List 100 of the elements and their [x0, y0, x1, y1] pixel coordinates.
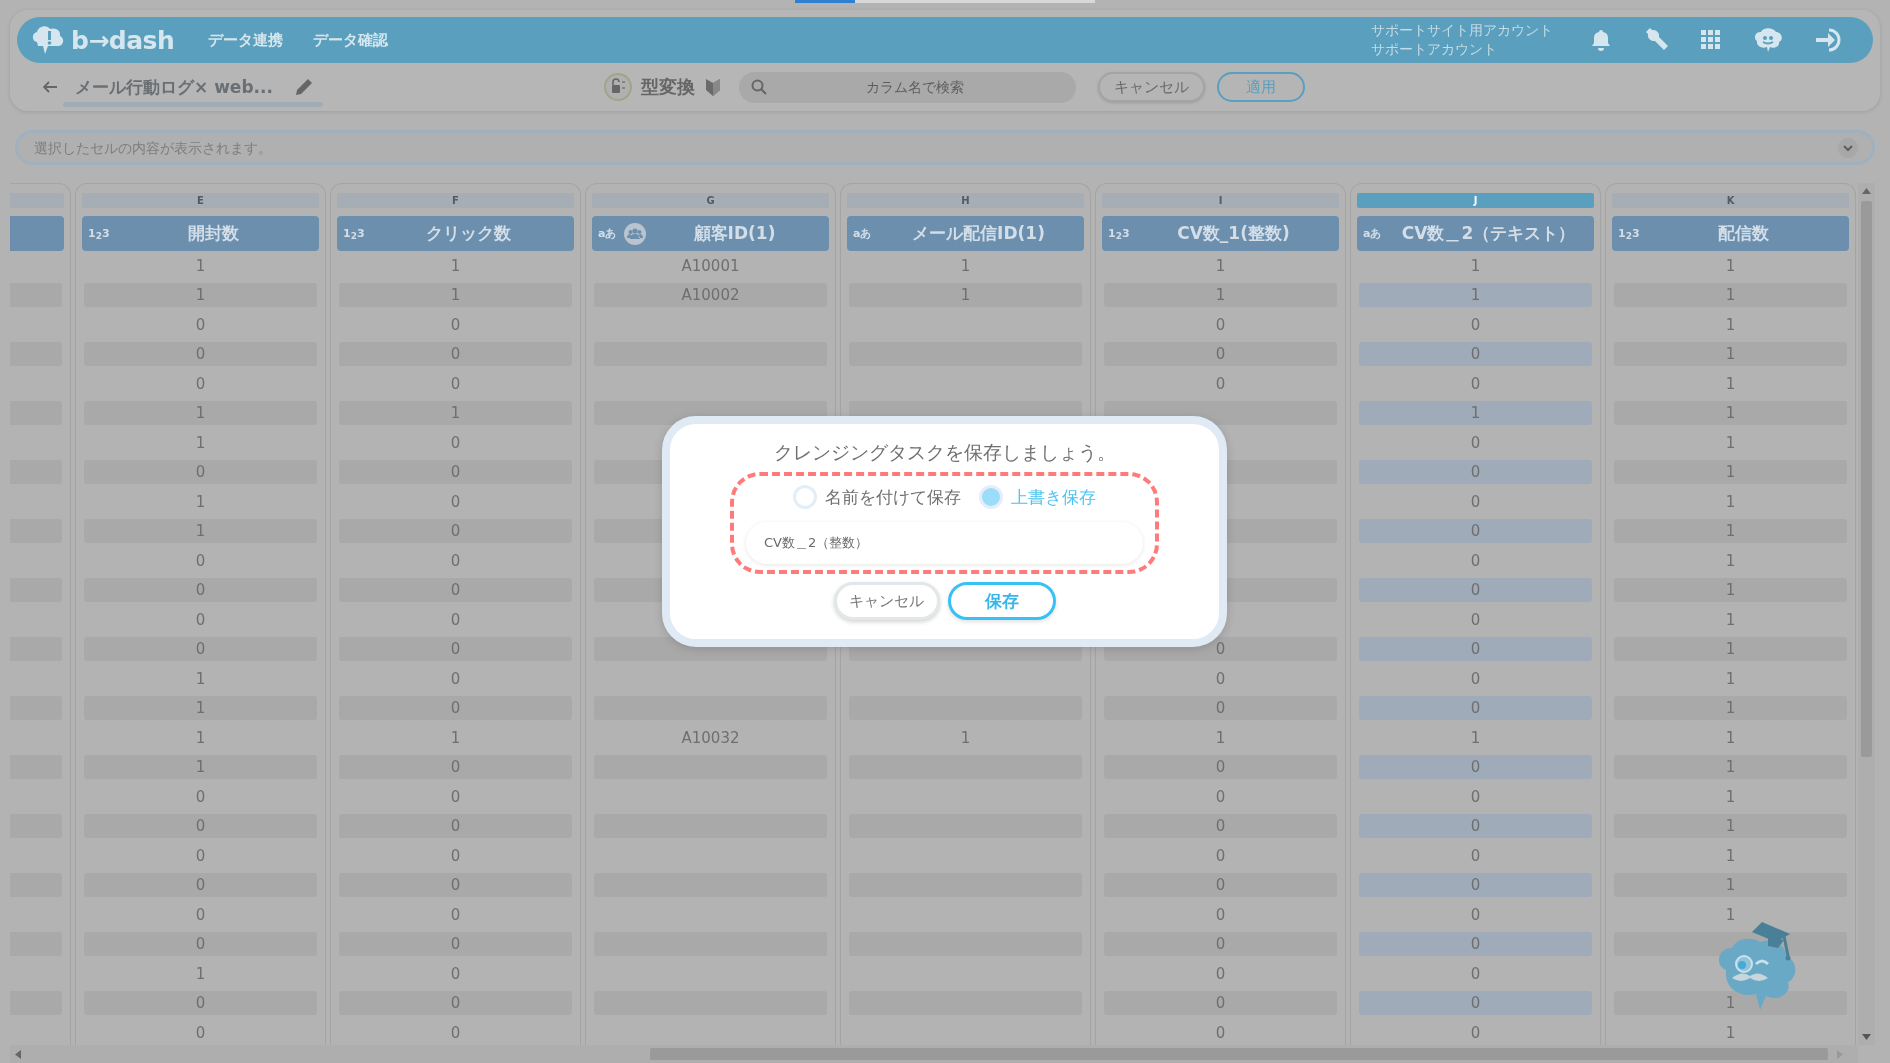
table-cell-text: 0 [194, 373, 207, 395]
data-type-label: aあ [1363, 226, 1383, 241]
table-cell: 1 [1614, 637, 1847, 662]
table-cell-text: 0 [449, 904, 462, 926]
table-cell-text: 0 [1469, 668, 1482, 690]
column-letter[interactable]: H [847, 193, 1084, 208]
table-cell: 0 [84, 637, 317, 662]
dialog-title: クレンジングタスクを保存しましょう。 [773, 440, 1116, 465]
table-cell-text: 0 [1469, 373, 1482, 395]
column-letter[interactable]: I [1102, 193, 1339, 208]
column-letter[interactable]: E [82, 193, 319, 208]
table-cell-text: 0 [194, 314, 207, 336]
table-cell-text: 0 [1214, 314, 1227, 336]
table-cell: 0 [1359, 342, 1592, 367]
data-type-label: 1$_{2}$3 [1108, 226, 1131, 241]
column-letter[interactable]: G [592, 193, 829, 208]
column-title: CV数_1(整数) [1176, 222, 1291, 245]
table-cell-text: 0 [1469, 963, 1482, 985]
table-cell: 1 [84, 755, 317, 780]
table-cell-text: 0 [1469, 550, 1482, 572]
radio-option[interactable]: 上書き保存 [979, 485, 1096, 509]
column-header[interactable]: 1$_{2}$3 開封数 [82, 216, 319, 251]
search-field[interactable]: カラム名で検索 [738, 71, 1076, 103]
table-cell: 1 [84, 519, 317, 544]
column-letter[interactable]: K [1612, 193, 1849, 208]
table-cell: 0 [1359, 755, 1592, 780]
table-cell-text: 1 [1469, 727, 1482, 749]
nav-link[interactable]: データ確認 [313, 30, 389, 50]
table-cell: 0 [1104, 932, 1337, 957]
table-cell: 1 [1614, 873, 1847, 898]
table-cell-text: 1 [959, 255, 972, 277]
column-letter[interactable]: F [337, 193, 574, 208]
apply-button[interactable]: 適用 [1216, 72, 1305, 102]
table-cell: 1 [84, 696, 317, 721]
name-input[interactable]: CV数＿2（整数） [764, 535, 1125, 551]
table-cell-text: 0 [1469, 491, 1482, 513]
table-cell-text: 1 [1214, 727, 1227, 749]
column-letter[interactable]: J [1357, 193, 1594, 208]
table-cell-text: A10032 [680, 727, 741, 749]
table-cell-text: 1 [1724, 786, 1737, 808]
table-cell: 0 [339, 991, 572, 1016]
table-cell: 0 [84, 873, 317, 898]
column-header[interactable]: 1$_{2}$3 CV数_1(整数) [1102, 216, 1339, 251]
table-cell: 0 [1359, 873, 1592, 898]
cancel-button[interactable]: キャンセル [1097, 72, 1205, 102]
column-title: CV数＿2（テキスト） [1400, 222, 1577, 245]
table-cell: 0 [1104, 342, 1337, 367]
column-title: 顧客ID(1) [692, 222, 777, 245]
data-type-label: 1$_{2}$3 [88, 226, 111, 241]
table-cell-text: 1 [194, 255, 207, 277]
table-cell: 0 [339, 873, 572, 898]
table-cell: 1 [339, 283, 572, 308]
cancel-button[interactable]: キャンセル [833, 582, 940, 620]
search-input[interactable]: カラム名で検索 [766, 78, 1064, 96]
table-cell-text: 1 [194, 963, 207, 985]
column-header[interactable]: 1$_{2}$3 クリック数 [337, 216, 574, 251]
table-cell: 0 [1104, 696, 1337, 721]
table-cell-text: 0 [1469, 1022, 1482, 1044]
task-title: メール行動ログ× web... [75, 76, 273, 98]
column-header[interactable]: 1$_{2}$3 配信数 [1612, 216, 1849, 251]
table-cell-text: 0 [449, 963, 462, 985]
table-cell-text: 0 [449, 1022, 462, 1044]
column-header[interactable]: aあ メール配信ID(1) [847, 216, 1084, 251]
column-title: クリック数 [425, 222, 512, 245]
table-cell-text: 0 [1469, 786, 1482, 808]
table-cell: 0 [1359, 519, 1592, 544]
table-cell-text: 1 [1724, 550, 1737, 572]
column-header[interactable]: aあ 顧客ID(1) [592, 216, 829, 251]
table-cell-text: 0 [1214, 668, 1227, 690]
table-cell: 0 [339, 519, 572, 544]
table-cell: 0 [1359, 991, 1592, 1016]
table-cell-text: 0 [449, 845, 462, 867]
logo-text: b→dash [71, 25, 175, 55]
save-button[interactable]: 保存 [947, 582, 1056, 620]
table-cell-text: 0 [194, 904, 207, 926]
table-cell-text: 1 [1724, 314, 1737, 336]
table-cell: 1 [1614, 991, 1847, 1016]
table-cell-text: 0 [1469, 432, 1482, 454]
nav-link[interactable]: データ連携 [208, 30, 284, 50]
table-cell-text: 0 [449, 609, 462, 631]
name-field[interactable]: CV数＿2（整数） [746, 522, 1143, 564]
radio-option[interactable]: 名前を付けて保存 [793, 485, 961, 509]
table-cell-text: 1 [1724, 609, 1737, 631]
table-cell: 0 [339, 460, 572, 485]
table-cell-text: 1 [1214, 255, 1227, 277]
table-cell-text: 0 [449, 668, 462, 690]
table-cell-text: 0 [449, 373, 462, 395]
table-cell-text: 1 [1724, 255, 1737, 277]
table-cell-text: 0 [194, 609, 207, 631]
table-cell: 0 [84, 342, 317, 367]
table-cell-text: 1 [1724, 1022, 1737, 1044]
table-cell-text: 1 [1469, 255, 1482, 277]
table-cell: 1 [1359, 401, 1592, 426]
table-cell-text: 0 [1214, 1022, 1227, 1044]
table-cell-text: 1 [449, 727, 462, 749]
table-cell: 0 [339, 342, 572, 367]
table-cell: 0 [1359, 460, 1592, 485]
column-header[interactable]: aあ CV数＿2（テキスト） [1357, 216, 1594, 251]
table-cell-text: 0 [449, 314, 462, 336]
table-cell-text: 0 [449, 786, 462, 808]
